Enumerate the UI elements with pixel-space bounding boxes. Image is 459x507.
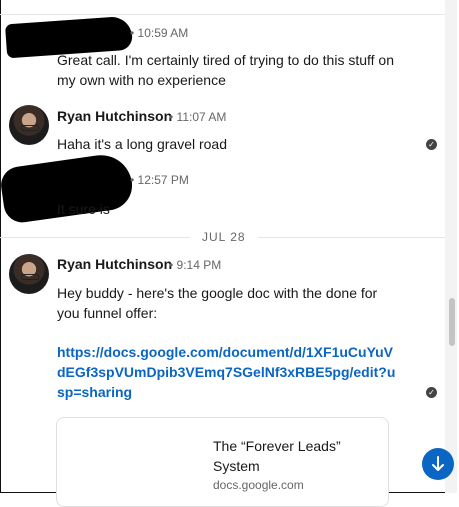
avatar[interactable] <box>9 105 49 145</box>
message-text: Haha it's a long gravel road <box>57 136 227 152</box>
scrollbar-thumb[interactable] <box>449 298 455 346</box>
sender-name[interactable]: Ryan Hutchinson <box>57 256 172 272</box>
sender-name[interactable]: Ryan Hutchinson <box>57 108 172 124</box>
message-text: Great call. I'm certainly tired of tryin… <box>57 52 395 88</box>
scrollbar-track[interactable] <box>445 0 457 493</box>
message-text: Hey buddy - here's the google doc with t… <box>57 285 378 321</box>
check-circle-icon: ✓ <box>426 139 437 150</box>
scroll-down-button[interactable] <box>422 448 454 480</box>
message-time: • 9:14 PM <box>169 258 222 272</box>
message-text: It sure is <box>57 201 110 217</box>
link-preview-domain: docs.google.com <box>213 478 304 492</box>
avatar[interactable] <box>9 254 49 294</box>
link-preview-card[interactable]: The “Forever Leads” System docs.google.c… <box>56 417 389 507</box>
message-link[interactable]: https://docs.google.com/document/d/1XF1u… <box>57 342 397 402</box>
message-time: • 12:57 PM <box>130 173 189 187</box>
message-time: • 10:59 AM <box>130 26 189 40</box>
arrow-down-icon <box>432 456 444 471</box>
link-preview-title: The “Forever Leads” System <box>213 438 341 474</box>
check-circle-icon: ✓ <box>426 387 437 398</box>
message-time: • 11:07 AM <box>169 110 227 124</box>
date-separator: JUL 28 <box>190 230 258 244</box>
top-divider <box>0 14 445 15</box>
